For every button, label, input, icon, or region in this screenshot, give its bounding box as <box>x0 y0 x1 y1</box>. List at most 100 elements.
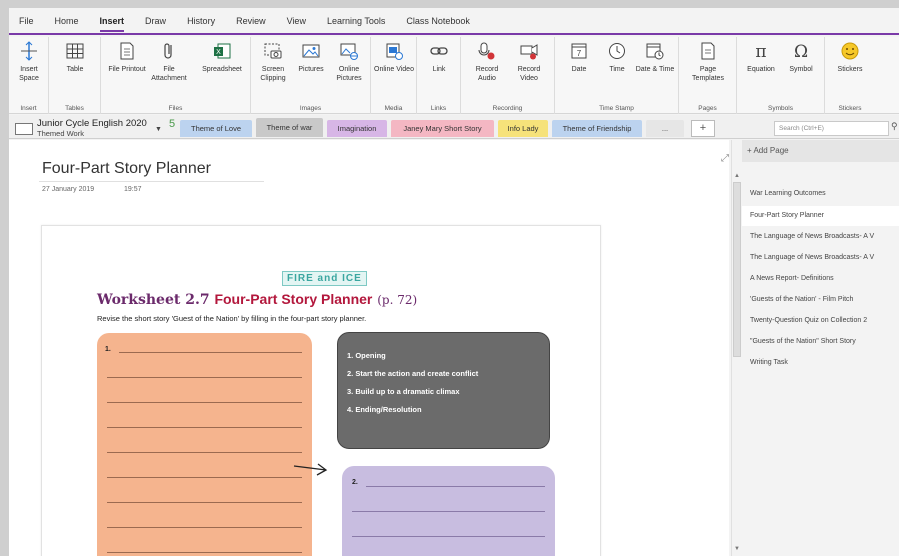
symbol-button[interactable]: Ω Symbol <box>781 41 821 74</box>
time-button[interactable]: Time <box>597 41 637 74</box>
spreadsheet-button[interactable]: X Spreadsheet <box>197 41 247 74</box>
menu-class-notebook[interactable]: Class Notebook <box>406 14 470 28</box>
date-button[interactable]: 7 Date <box>559 41 599 74</box>
tab-imagination[interactable]: Imagination <box>327 120 387 137</box>
page-item[interactable]: The Language of News Broadcasts- A V <box>742 248 899 268</box>
tab-info-lady[interactable]: Info Lady <box>498 120 548 137</box>
page-item[interactable]: War Learning Outcomes <box>742 184 899 204</box>
menu-review[interactable]: Review <box>236 14 266 28</box>
scroll-thumb[interactable] <box>733 182 741 357</box>
menu-view[interactable]: View <box>287 14 306 28</box>
table-button[interactable]: Table <box>55 41 95 74</box>
record-video-button[interactable]: Record Video <box>509 41 549 83</box>
page-list-panel: + Add Page War Learning Outcomes Four-Pa… <box>742 140 899 556</box>
tab-theme-of-love[interactable]: Theme of Love <box>180 120 252 137</box>
add-section-button[interactable]: + <box>691 120 715 137</box>
page-item[interactable]: A News Report- Definitions <box>742 269 899 289</box>
file-printout-button[interactable]: File Printout <box>107 41 147 74</box>
planner-box-1: 1. <box>97 333 312 556</box>
svg-text:Ω: Ω <box>794 42 808 61</box>
notebook-selector[interactable]: Junior Cycle English 2020 Themed Work ▼ <box>13 118 163 138</box>
svg-text:7: 7 <box>577 49 582 58</box>
worksheet-instruction: Revise the short story 'Guest of the Nat… <box>97 314 367 323</box>
date-time-button[interactable]: Date & Time <box>635 41 675 74</box>
menu-draw[interactable]: Draw <box>145 14 166 28</box>
record-audio-button[interactable]: Record Audio <box>467 41 507 83</box>
group-images: Screen Clipping Pictures Online Pictures… <box>251 37 371 114</box>
page-item-selected[interactable]: Four-Part Story Planner <box>742 206 899 226</box>
link-button[interactable]: Link <box>419 41 459 74</box>
online-video-icon <box>386 43 403 60</box>
link-icon <box>430 47 448 55</box>
box-2-label: 2. <box>352 479 361 486</box>
tab-more[interactable]: ... <box>646 120 684 137</box>
group-tables: Table Tables <box>49 37 101 114</box>
title-underline <box>39 181 264 182</box>
group-files: File Printout File Attachment X Spreadsh… <box>101 37 251 114</box>
page-scrollbar[interactable]: ▲ ▼ <box>731 140 741 556</box>
tab-theme-of-friendship[interactable]: Theme of Friendship <box>552 120 642 137</box>
smiley-icon <box>841 42 859 60</box>
record-audio-icon <box>478 42 495 60</box>
page-item[interactable]: Twenty-Question Quiz on Collection 2 <box>742 311 899 331</box>
notebook-icon <box>15 123 33 135</box>
page-templates-button[interactable]: Page Templates <box>683 41 733 83</box>
record-video-icon <box>520 44 538 60</box>
insert-space-button[interactable]: Insert Space <box>11 41 47 83</box>
menu-learning-tools[interactable]: Learning Tools <box>327 14 385 28</box>
svg-text:π: π <box>755 42 766 61</box>
expand-icon[interactable]: ⤢ <box>721 153 729 164</box>
planner-steps-box: 1. Opening 2. Start the action and creat… <box>337 332 550 449</box>
worksheet-printout[interactable]: FIRE and ICE Worksheet 2.7 Four-Part Sto… <box>41 225 601 556</box>
section-count: 5 <box>169 118 176 130</box>
section-tabs-bar: Junior Cycle English 2020 Themed Work ▼ … <box>9 115 899 139</box>
menu-insert[interactable]: Insert <box>99 14 124 32</box>
stickers-button[interactable]: Stickers <box>830 41 870 74</box>
menu-history[interactable]: History <box>187 14 215 28</box>
screen-clipping-button[interactable]: Screen Clipping <box>253 41 293 83</box>
excel-icon: X <box>214 43 231 59</box>
page-title[interactable]: Four-Part Story Planner <box>42 160 211 178</box>
step-opening: 1. Opening <box>347 351 386 360</box>
group-timestamp: 7 Date Time Date & Time Time Stamp <box>555 37 679 114</box>
page-template-icon <box>701 42 715 60</box>
group-links: Link Links <box>417 37 461 114</box>
file-printout-icon <box>120 42 134 60</box>
online-video-button[interactable]: Online Video <box>374 41 414 74</box>
tab-janey-mary[interactable]: Janey Mary Short Story <box>391 120 494 137</box>
search-input[interactable]: Search (Ctrl+E) <box>774 121 889 136</box>
group-recording: Record Audio Record Video Recording <box>461 37 555 114</box>
page-canvas[interactable]: Four-Part Story Planner 27 January 2019 … <box>9 140 729 556</box>
arrow-icon <box>293 463 328 476</box>
pictures-icon <box>302 44 320 58</box>
group-media: Online Video Media <box>371 37 417 114</box>
page-item[interactable]: The Language of News Broadcasts- A V <box>742 227 899 247</box>
page-date: 27 January 2019 <box>42 186 95 193</box>
scroll-down-icon[interactable]: ▼ <box>733 546 741 554</box>
chevron-down-icon: ▼ <box>155 126 162 133</box>
menu-home[interactable]: Home <box>55 14 79 28</box>
notebook-title: Junior Cycle English 2020 <box>37 118 147 129</box>
page-item[interactable]: 'Guests of the Nation' - Film Pitch <box>742 290 899 310</box>
add-page-button[interactable]: + Add Page <box>742 140 899 162</box>
table-icon <box>66 43 84 59</box>
menu-file[interactable]: File <box>19 14 34 28</box>
page-item[interactable]: "Guests of the Nation" Short Story <box>742 332 899 352</box>
equation-button[interactable]: π Equation <box>741 41 781 74</box>
file-attachment-button[interactable]: File Attachment <box>149 41 189 83</box>
pictures-button[interactable]: Pictures <box>291 41 331 74</box>
date-time-icon <box>646 43 664 60</box>
step-ending: 4. Ending/Resolution <box>347 405 422 414</box>
page-item[interactable]: Writing Task <box>742 353 899 373</box>
tab-theme-of-war[interactable]: Theme of war <box>256 118 323 137</box>
step-action: 2. Start the action and create conflict <box>347 369 479 378</box>
worksheet-page-ref: (p. 72) <box>377 293 418 307</box>
onenote-window: File Home Insert Draw History Review Vie… <box>9 8 899 556</box>
search-icon[interactable]: ⚲ <box>891 121 899 132</box>
paperclip-icon <box>164 43 172 59</box>
clock-icon <box>609 43 625 59</box>
scroll-up-icon[interactable]: ▲ <box>733 173 741 181</box>
calendar-icon: 7 <box>571 43 587 59</box>
online-pictures-button[interactable]: Online Pictures <box>329 41 369 83</box>
omega-icon: Ω <box>794 42 808 61</box>
